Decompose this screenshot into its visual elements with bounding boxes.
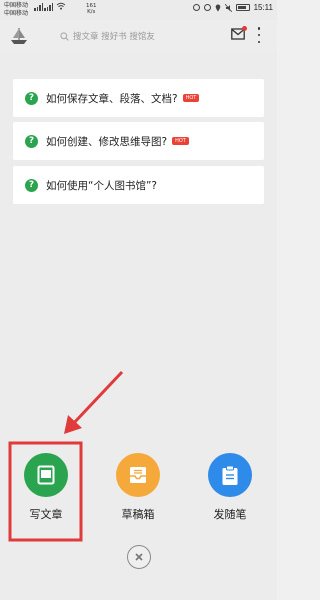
action-label: 发随笔 [213, 508, 247, 521]
write-article-button[interactable]: 写文章 [14, 453, 78, 522]
network-speed: 161 K/s [86, 3, 97, 15]
signal-icon [34, 3, 43, 11]
status-bar: 中国移动 中国移动 161 K/s 15:11 [0, 0, 277, 20]
status-right: 15:11 [192, 3, 273, 12]
notification-dot [242, 26, 247, 31]
close-button[interactable] [127, 545, 151, 569]
more-vertical-icon[interactable] [256, 27, 262, 43]
action-label: 草稿箱 [121, 508, 155, 521]
question-icon: ? [25, 91, 38, 105]
help-item-personal-library[interactable]: ? 如何使用“个人图书馆”? [13, 166, 264, 204]
ship-logo-icon[interactable] [8, 25, 30, 47]
carrier-2: 中国移动 [4, 10, 29, 17]
help-item-text: 如何创建、修改思维导图? [46, 135, 168, 148]
hot-badge: HOT [182, 94, 200, 102]
post-note-button[interactable]: 发随笔 [198, 453, 262, 522]
clipboard-note-icon [208, 453, 252, 497]
hot-badge: HOT [172, 137, 189, 145]
mute-icon [224, 3, 232, 12]
search-icon [60, 31, 69, 41]
help-item-text: 如何保存文章、段落、文档? [46, 92, 178, 105]
question-icon: ? [25, 178, 38, 192]
signal-icon [44, 3, 53, 11]
carrier-1: 中国移动 [4, 2, 29, 9]
help-item-save-article[interactable]: ? 如何保存文章、段落、文档? HOT [13, 79, 264, 117]
status-time: 15:11 [253, 3, 273, 12]
battery-icon [235, 4, 250, 11]
drafts-tray-icon [116, 453, 160, 497]
search-placeholder: 搜文章 搜好书 搜馆友 [73, 32, 155, 42]
wifi-icon [56, 2, 66, 10]
alarm-icon [203, 4, 211, 11]
question-icon: ? [25, 134, 38, 148]
drafts-button[interactable]: 草稿箱 [106, 453, 170, 522]
document-icon [24, 453, 68, 497]
eye-icon [192, 4, 200, 11]
app-header: 搜文章 搜好书 搜馆友 [0, 20, 277, 52]
close-icon [135, 553, 143, 561]
action-label: 写文章 [29, 508, 63, 521]
search-input[interactable]: 搜文章 搜好书 搜馆友 [60, 28, 225, 44]
location-icon [215, 4, 220, 11]
help-item-mindmap[interactable]: ? 如何创建、修改思维导图? HOT [13, 122, 264, 160]
help-item-text: 如何使用“个人图书馆”? [46, 179, 157, 192]
